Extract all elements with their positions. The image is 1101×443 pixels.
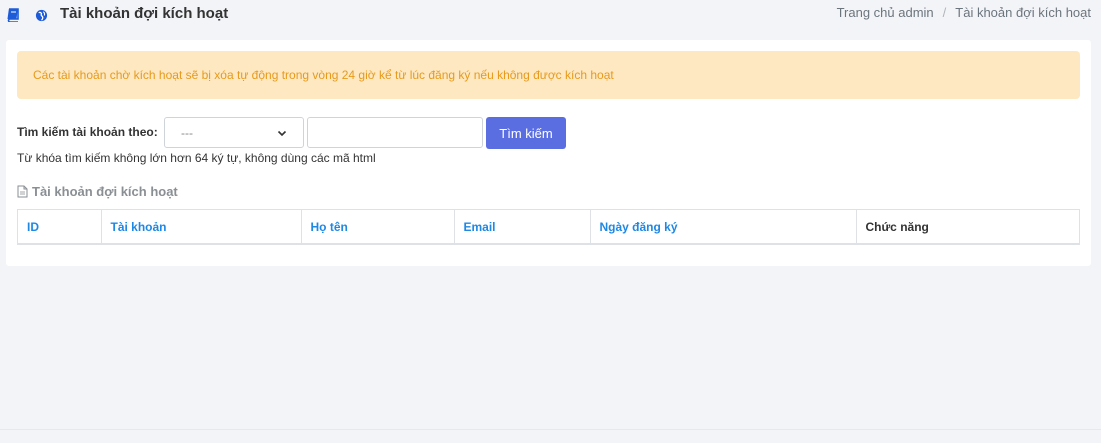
table-header-row: ID Tài khoản Họ tên Email Ngày đăng ký C… (18, 210, 1079, 243)
section-title: Tài khoản đợi kích hoạt (17, 184, 178, 199)
chevron-down-icon (277, 130, 287, 136)
column-header-actions: Chức năng (865, 219, 929, 234)
footer-divider (0, 429, 1101, 430)
top-bar: Tài khoản đợi kích hoạt Trang chủ admin … (0, 0, 1101, 30)
column-header-fullname[interactable]: Họ tên (301, 210, 455, 243)
column-header-id[interactable]: ID (18, 210, 102, 243)
document-icon (17, 185, 28, 198)
search-row: Tìm kiếm tài khoản theo: --- Tìm kiếm (17, 117, 1080, 149)
search-label: Tìm kiếm tài khoản theo: (17, 125, 158, 139)
search-field-select[interactable]: --- (164, 117, 304, 148)
breadcrumb-home-link[interactable]: Trang chủ admin (837, 5, 934, 20)
column-header-email[interactable]: Email (454, 210, 591, 243)
breadcrumb-current: Tài khoản đợi kích hoạt (955, 5, 1091, 20)
search-input[interactable] (307, 117, 483, 148)
select-value: --- (181, 125, 193, 140)
book-icon[interactable] (6, 8, 20, 22)
column-header-register-date[interactable]: Ngày đăng ký (590, 210, 857, 243)
page-title: Tài khoản đợi kích hoạt (60, 5, 229, 22)
main-card: Các tài khoản chờ kích hoạt sẽ bị xóa tự… (6, 40, 1091, 266)
section-title-text: Tài khoản đợi kích hoạt (32, 184, 178, 199)
search-button[interactable]: Tìm kiếm (486, 117, 566, 149)
accounts-table: ID Tài khoản Họ tên Email Ngày đăng ký C… (17, 209, 1080, 245)
search-hint: Từ khóa tìm kiếm không lớn hơn 64 ký tự,… (17, 151, 376, 165)
globe-icon (35, 9, 48, 22)
breadcrumb: Trang chủ admin / Tài khoản đợi kích hoạ… (837, 5, 1091, 20)
column-header-username[interactable]: Tài khoản (101, 210, 302, 243)
breadcrumb-separator: / (942, 5, 947, 20)
warning-alert: Các tài khoản chờ kích hoạt sẽ bị xóa tự… (17, 51, 1080, 99)
